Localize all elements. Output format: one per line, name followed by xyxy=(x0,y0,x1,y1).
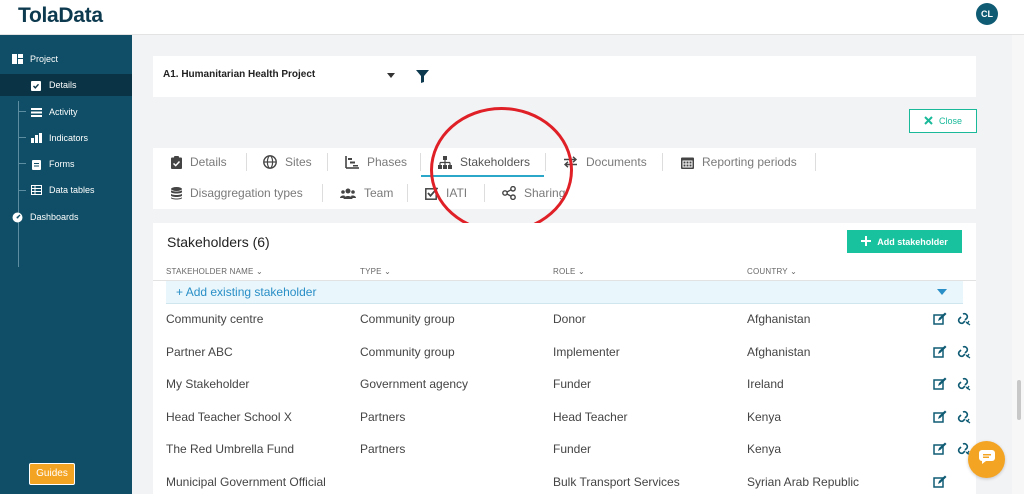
plus-icon xyxy=(861,235,872,248)
top-bar: TolaData CL xyxy=(0,0,1024,35)
sidebar-item-activity[interactable]: Activity xyxy=(0,101,132,123)
sidebar-item-details[interactable]: Details xyxy=(0,74,132,96)
users-icon xyxy=(340,188,356,199)
app-logo[interactable]: TolaData xyxy=(18,4,103,28)
sidebar: Project Details Activity Indicators Form… xyxy=(0,35,132,494)
add-existing-stakeholder-link[interactable]: + Add existing stakeholder xyxy=(176,285,316,299)
bar-chart-icon xyxy=(30,133,42,144)
sidebar-item-dashboards[interactable]: Dashboards xyxy=(0,206,132,228)
sidebar-item-label: Indicators xyxy=(49,133,89,143)
unlink-icon[interactable] xyxy=(957,410,971,426)
tab-disaggregation-types[interactable]: Disaggregation types xyxy=(171,179,303,207)
sidebar-item-label: Dashboards xyxy=(30,212,79,222)
tab-sites[interactable]: Sites xyxy=(263,148,312,176)
tab-phases[interactable]: Phases xyxy=(345,148,407,176)
tab-documents[interactable]: Documents xyxy=(563,148,647,176)
highlight-circle xyxy=(430,107,573,233)
section-title: Stakeholders (6) xyxy=(167,234,270,250)
sidebar-item-label: Activity xyxy=(49,107,78,117)
phases-icon xyxy=(345,155,359,169)
caret-down-icon[interactable] xyxy=(937,289,947,295)
unlink-icon[interactable] xyxy=(957,345,971,361)
dashboard-icon xyxy=(11,212,23,223)
sidebar-item-indicators[interactable]: Indicators xyxy=(0,127,132,149)
close-icon xyxy=(924,115,933,127)
globe-icon xyxy=(263,155,277,169)
sidebar-item-label: Forms xyxy=(49,159,75,169)
user-avatar[interactable]: CL xyxy=(976,3,998,25)
add-stakeholder-button[interactable]: Add stakeholder xyxy=(847,230,962,253)
guides-button[interactable]: Guides xyxy=(29,463,75,485)
list-icon xyxy=(30,107,42,118)
column-header-name[interactable]: STAKEHOLDER NAME ⌄ xyxy=(166,267,263,276)
clipboard-icon xyxy=(30,159,42,170)
unlink-icon[interactable] xyxy=(957,312,971,328)
column-header-country[interactable]: COUNTRY ⌄ xyxy=(747,267,797,276)
sidebar-item-label: Project xyxy=(30,54,59,64)
close-label: Close xyxy=(938,116,962,126)
database-icon xyxy=(171,186,182,200)
project-select[interactable]: A1. Humanitarian Health Project xyxy=(163,69,403,85)
scrollbar-thumb[interactable] xyxy=(1017,380,1021,420)
edit-icon[interactable] xyxy=(933,410,947,426)
edit-icon[interactable] xyxy=(933,345,947,361)
edit-icon[interactable] xyxy=(933,442,947,458)
column-header-role[interactable]: ROLE ⌄ xyxy=(553,267,585,276)
sidebar-item-label: Data tables xyxy=(49,185,95,195)
edit-icon[interactable] xyxy=(933,475,947,491)
edit-icon[interactable] xyxy=(933,312,947,328)
calendar-icon xyxy=(681,156,694,169)
table-icon xyxy=(30,185,42,196)
sidebar-item-label: Details xyxy=(49,80,77,90)
project-select-value: A1. Humanitarian Health Project xyxy=(163,69,316,80)
page-scrollbar[interactable] xyxy=(1012,35,1024,494)
chevron-down-icon xyxy=(387,73,395,78)
filter-icon[interactable] xyxy=(416,70,429,88)
clipboard-check-icon xyxy=(171,155,182,169)
layout-icon xyxy=(11,54,23,65)
add-existing-stakeholder-row[interactable]: + Add existing stakeholder xyxy=(166,281,963,304)
tab-reporting-periods[interactable]: Reporting periods xyxy=(681,148,797,176)
chat-icon xyxy=(978,450,995,469)
clipboard-check-icon xyxy=(30,80,42,91)
edit-icon[interactable] xyxy=(933,377,947,393)
column-header-type[interactable]: TYPE ⌄ xyxy=(360,267,391,276)
sidebar-item-forms[interactable]: Forms xyxy=(0,153,132,175)
tab-details[interactable]: Details xyxy=(171,148,227,176)
tab-team[interactable]: Team xyxy=(340,179,393,207)
chat-button[interactable] xyxy=(968,441,1005,478)
sidebar-item-data-tables[interactable]: Data tables xyxy=(0,179,132,201)
close-button[interactable]: Close xyxy=(909,109,977,133)
sidebar-item-project[interactable]: Project xyxy=(0,48,132,70)
unlink-icon[interactable] xyxy=(957,377,971,393)
